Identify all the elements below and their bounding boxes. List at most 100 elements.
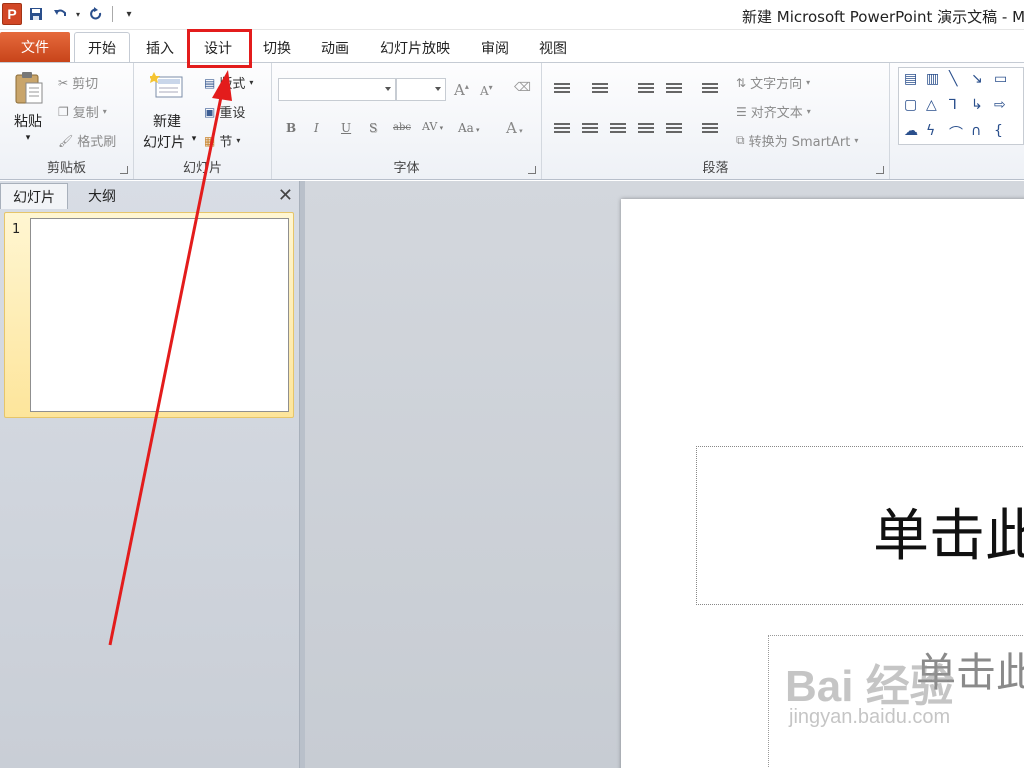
lightning-shape-icon[interactable]: ϟ (926, 123, 935, 139)
tab-outline-panel[interactable]: 大纲 (70, 183, 134, 209)
text-direction-button[interactable]: ⇅ 文字方向 ▾ (736, 73, 811, 93)
clear-formatting-icon[interactable]: ⌫ (514, 80, 531, 94)
tab-transitions[interactable]: 切换 (255, 32, 299, 63)
shrink-font-button[interactable]: A▾ (480, 83, 493, 98)
align-center-icon[interactable] (582, 123, 598, 135)
distributed-icon[interactable] (666, 123, 682, 135)
font-launcher-icon[interactable] (528, 166, 536, 174)
convert-smartart-label: 转换为 SmartArt (748, 135, 851, 150)
slides-group: 新建 幻灯片 ▾ ▤ 版式 ▾ ▣ 重设 ▦ 节 ▾ 幻灯片 (134, 63, 272, 179)
tab-file[interactable]: 文件 (0, 32, 70, 62)
font-group: A▴ A▾ ⌫ B I U S abc AV ▾ Aa ▾ A ▾ 字体 (272, 63, 542, 179)
vertical-textbox-shape-icon[interactable]: ▥ (926, 71, 939, 87)
rounded-rectangle-shape-icon[interactable]: ▢ (904, 97, 917, 113)
underline-button[interactable]: U (341, 121, 351, 135)
italic-button[interactable]: I (314, 121, 319, 135)
tab-animations[interactable]: 动画 (313, 32, 357, 63)
reset-button[interactable]: ▣ 重设 (204, 102, 245, 122)
clipboard-launcher-icon[interactable] (120, 166, 128, 174)
right-arrow-shape-icon[interactable]: ⇨ (994, 97, 1006, 113)
cut-button[interactable]: ✂ 剪切 (58, 73, 99, 93)
paragraph-launcher-icon[interactable] (876, 166, 884, 174)
layout-dropdown-icon: ▾ (249, 78, 254, 87)
strikethrough-button[interactable]: abc (393, 122, 411, 133)
tab-insert[interactable]: 插入 (138, 32, 182, 63)
justify-icon[interactable] (638, 123, 654, 135)
layout-label: 版式 (219, 77, 246, 92)
bullets-icon[interactable] (554, 83, 570, 95)
curve-shape-icon[interactable]: ∩ (971, 123, 981, 139)
shadow-button[interactable]: S (369, 121, 377, 135)
change-case-button[interactable]: Aa ▾ (458, 121, 480, 135)
line-spacing-icon[interactable] (702, 83, 718, 95)
ribbon: 粘贴 ▾ ✂ 剪切 ❐ 复制 ▾ 🖌 格式刷 剪贴板 新建 幻灯片 ▾ ▤ 版式… (0, 62, 1024, 180)
convert-smartart-button[interactable]: ⧉ 转换为 SmartArt ▾ (736, 131, 858, 150)
watermark-url: jingyan.baidu.com (789, 706, 951, 728)
line-shape-icon[interactable]: ╲ (949, 71, 957, 87)
decrease-indent-icon[interactable] (638, 83, 654, 95)
numbering-icon[interactable] (592, 83, 608, 95)
paragraph-group-label: 段落 (702, 161, 729, 176)
cloud-shape-icon[interactable]: ☁ (904, 123, 918, 139)
arrow-line-shape-icon[interactable]: ↘ (971, 71, 983, 87)
cut-label: 剪切 (72, 77, 99, 92)
format-painter-label: 格式刷 (77, 135, 117, 150)
arc-shape-icon[interactable]: ⌒ (949, 123, 963, 143)
increase-indent-icon[interactable] (666, 83, 682, 95)
section-dropdown-icon: ▾ (236, 136, 241, 145)
undo-icon[interactable] (50, 4, 70, 24)
reset-icon: ▣ (204, 104, 216, 119)
format-painter-button[interactable]: 🖌 格式刷 (58, 131, 117, 151)
paste-dropdown-icon[interactable]: ▾ (22, 133, 34, 143)
font-name-combo[interactable] (278, 78, 396, 101)
align-left-icon[interactable] (554, 123, 570, 135)
undo-dropdown-icon[interactable]: ▾ (74, 4, 82, 24)
new-slide-dropdown-icon[interactable]: ▾ (189, 134, 199, 144)
elbow-arrow-shape-icon[interactable]: ↳ (971, 97, 983, 113)
triangle-shape-icon[interactable]: △ (926, 97, 937, 113)
align-text-dropdown-icon: ▾ (806, 107, 811, 116)
font-color-button[interactable]: A ▾ (506, 119, 523, 137)
tab-view[interactable]: 视图 (531, 32, 575, 63)
new-slide-label-1[interactable]: 新建 (144, 111, 190, 131)
section-icon: ▦ (204, 133, 216, 148)
new-slide-icon[interactable] (148, 71, 184, 105)
text-direction-dropdown-icon: ▾ (806, 78, 811, 87)
powerpoint-logo-icon[interactable]: P (2, 3, 22, 25)
redo-icon[interactable] (86, 4, 106, 24)
tab-home[interactable]: 开始 (74, 32, 130, 63)
paragraph-group: ⇅ 文字方向 ▾ ☰ 对齐文本 ▾ ⧉ 转换为 SmartArt ▾ 段落 (542, 63, 890, 179)
brace-shape-icon[interactable]: { (994, 123, 1003, 139)
slide-number: 1 (12, 222, 21, 237)
clipboard-group-label: 剪贴板 (46, 161, 86, 176)
bold-button[interactable]: B (286, 121, 296, 135)
align-right-icon[interactable] (610, 123, 626, 135)
slide-thumbnail-item[interactable]: 1 (4, 212, 294, 418)
section-button[interactable]: ▦ 节 ▾ (204, 131, 241, 151)
customize-icon[interactable]: ▾ (119, 4, 139, 24)
rectangle-shape-icon[interactable]: ▭ (994, 71, 1007, 87)
layout-button[interactable]: ▤ 版式 ▾ (204, 73, 254, 93)
new-slide-label-2[interactable]: 幻灯片 (138, 132, 190, 152)
copy-button[interactable]: ❐ 复制 ▾ (58, 102, 107, 122)
slide-thumbnail[interactable] (30, 218, 289, 412)
close-icon[interactable]: ✕ (278, 185, 293, 206)
shapes-gallery[interactable]: ▤ ▥ ╲ ↘ ▭ ▢ △ ⅂ ↳ ⇨ ☁ ϟ ⌒ ∩ { (898, 67, 1024, 145)
text-direction-icon: ⇅ (736, 75, 747, 90)
paste-button[interactable]: 粘贴 (10, 111, 46, 131)
grow-font-button[interactable]: A▴ (454, 81, 469, 99)
tab-review[interactable]: 审阅 (473, 32, 517, 63)
format-painter-icon: 🖌 (58, 133, 74, 148)
paste-icon[interactable] (14, 71, 44, 109)
font-size-combo[interactable] (396, 78, 446, 101)
columns-icon[interactable] (702, 123, 718, 135)
elbow-connector-shape-icon[interactable]: ⅂ (949, 97, 957, 113)
tab-slides-panel[interactable]: 幻灯片 (0, 183, 68, 209)
title-placeholder[interactable]: 单击此 (696, 446, 1024, 605)
align-text-button[interactable]: ☰ 对齐文本 ▾ (736, 102, 811, 122)
char-spacing-button[interactable]: AV ▾ (422, 120, 443, 133)
save-icon[interactable] (26, 4, 46, 24)
tab-slideshow[interactable]: 幻灯片放映 (372, 32, 458, 63)
textbox-shape-icon[interactable]: ▤ (904, 71, 917, 87)
layout-icon: ▤ (204, 75, 216, 90)
